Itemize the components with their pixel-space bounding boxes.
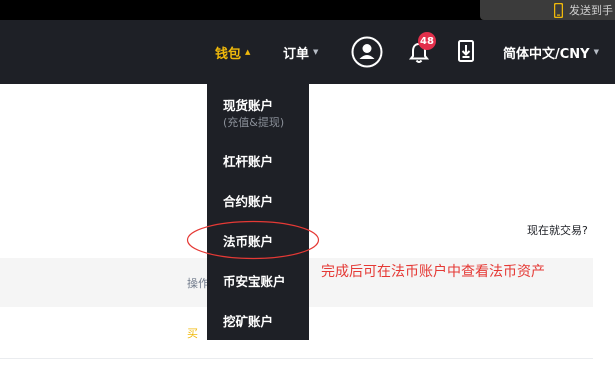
- menu-item-spot-sublabel: (充值&提现): [223, 116, 285, 129]
- send-to-phone-text: 发送到手: [569, 4, 613, 17]
- download-app-icon[interactable]: [458, 40, 474, 62]
- user-account-icon[interactable]: [351, 36, 383, 68]
- caret-down-icon: ▼: [313, 48, 319, 56]
- menu-item-savings-account[interactable]: 币安宝账户: [223, 271, 286, 290]
- caret-up-icon: ▲: [245, 48, 251, 56]
- row-divider: [0, 358, 593, 359]
- annotation-ellipse: [186, 220, 320, 260]
- phone-icon: [554, 2, 563, 18]
- annotation-text: 完成后可在法币账户中查看法币资产: [321, 264, 545, 280]
- menu-item-mining-account[interactable]: 挖矿账户: [223, 311, 273, 330]
- operation-column-header: 操作: [187, 277, 209, 290]
- nav-orders[interactable]: 订单 ▼: [283, 20, 318, 84]
- notification-badge: 48: [418, 32, 436, 50]
- nav-wallet-label: 钱包: [215, 46, 242, 62]
- trade-now-link[interactable]: 现在就交易?: [527, 222, 588, 238]
- menu-item-spot-account[interactable]: 现货账户: [223, 95, 273, 114]
- menu-item-margin-account[interactable]: 杠杆账户: [223, 151, 273, 170]
- top-navbar: 钱包 ▲ 订单 ▼ 简体中文/CNY ▼: [0, 20, 615, 84]
- menu-item-futures-account[interactable]: 合约账户: [223, 191, 273, 210]
- wallet-dropdown-menu: 现货账户 (充值&提现) 杠杆账户 合约账户 法币账户 币安宝账户 挖矿账户: [207, 84, 309, 340]
- nav-orders-label: 订单: [283, 46, 310, 62]
- buy-link[interactable]: 买: [187, 325, 198, 341]
- send-to-phone-link[interactable]: 发送到手: [480, 0, 615, 20]
- nav-wallet[interactable]: 钱包 ▲: [215, 20, 250, 84]
- nav-language-label: 简体中文/CNY: [503, 46, 590, 62]
- nav-language-currency[interactable]: 简体中文/CNY ▼: [503, 20, 599, 84]
- caret-down-icon: ▼: [593, 48, 599, 56]
